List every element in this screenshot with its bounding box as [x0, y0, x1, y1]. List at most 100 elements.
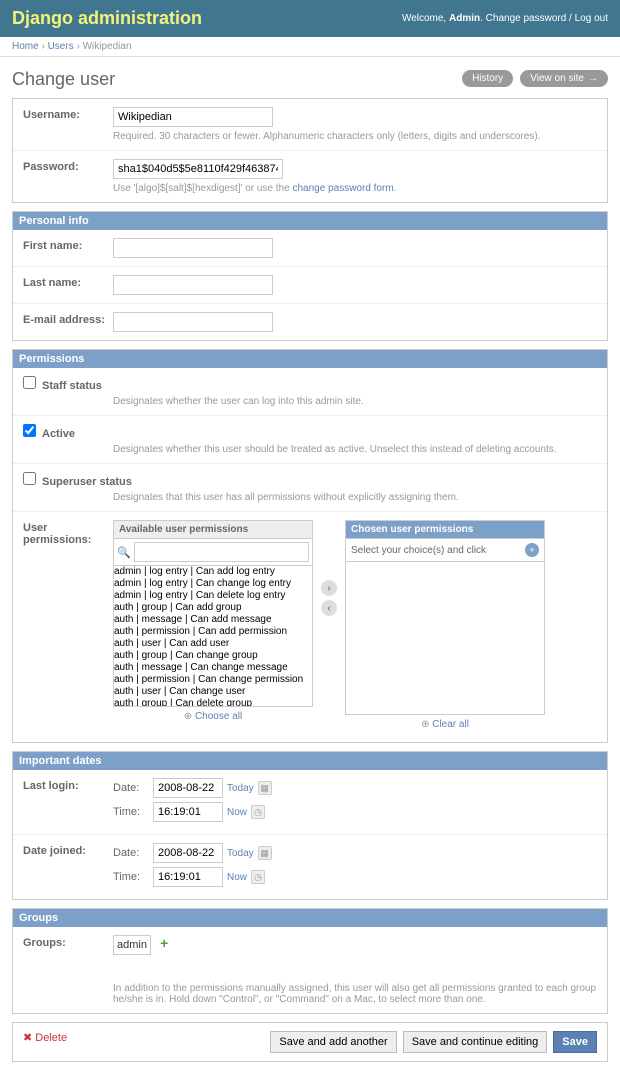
groups-row: Groups: admin + In addition to the permi… [13, 927, 607, 1013]
remove-arrow-icon[interactable]: ‹ [321, 600, 337, 616]
last-name-input[interactable] [113, 275, 273, 295]
change-password-form-link[interactable]: change password form [292, 183, 393, 194]
search-icon: 🔍 [117, 546, 131, 559]
object-tools: History View on site→ [458, 70, 608, 87]
groups-heading: Groups [13, 909, 607, 927]
breadcrumb-home[interactable]: Home [12, 41, 39, 52]
chosen-permissions: Chosen user permissions Select your choi… [345, 520, 545, 715]
permission-option[interactable]: admin | log entry | Can change log entry [114, 578, 312, 590]
email-input[interactable] [113, 312, 273, 332]
username-help: Required. 30 characters or fewer. Alphan… [113, 131, 597, 142]
submit-row: Delete [12, 1022, 608, 1062]
last-login-date-input[interactable] [153, 778, 223, 798]
superuser-label[interactable]: Superuser status [23, 476, 132, 488]
clock-icon[interactable]: ◷ [251, 805, 265, 819]
available-filter-input[interactable] [134, 542, 309, 562]
email-label: E-mail address: [23, 312, 108, 326]
chosen-heading: Chosen user permissions [346, 521, 544, 539]
permissions-module: Permissions Staff status Designates whet… [12, 349, 608, 743]
last-name-label: Last name: [23, 275, 108, 289]
last-login-row: Last login: Date: Today ▦ Time: Now ◷ [13, 770, 607, 835]
permission-option[interactable]: admin | log entry | Can delete log entry [114, 590, 312, 602]
dates-module: Important dates Last login: Date: Today … [12, 751, 608, 900]
active-checkbox[interactable] [23, 424, 36, 437]
last-login-time-input[interactable] [153, 802, 223, 822]
available-select[interactable]: admin | log entry | Can add log entryadm… [114, 566, 312, 706]
save-add-button[interactable] [270, 1031, 396, 1053]
username-input[interactable] [113, 107, 273, 127]
now-link[interactable]: Now [227, 807, 247, 818]
add-circle-icon[interactable]: + [525, 543, 539, 557]
permission-option[interactable]: auth | group | Can delete group [114, 698, 312, 706]
permission-option[interactable]: admin | log entry | Can add log entry [114, 566, 312, 578]
add-group-icon[interactable]: + [160, 935, 168, 951]
delete-link[interactable]: Delete [23, 1031, 67, 1044]
available-filter: 🔍 [114, 539, 312, 566]
permission-option[interactable]: auth | message | Can change message [114, 662, 312, 674]
staff-label[interactable]: Staff status [23, 380, 102, 392]
user-permissions-label: User permissions: [23, 520, 108, 546]
superuser-checkbox[interactable] [23, 472, 36, 485]
permissions-heading: Permissions [13, 350, 607, 368]
last-login-label: Last login: [23, 778, 108, 792]
arrow-icon: → [588, 73, 598, 84]
user-tools: Welcome, Admin. Change password / Log ou… [402, 13, 608, 24]
date-joined-date-input[interactable] [153, 843, 223, 863]
password-label: Password: [23, 159, 108, 173]
today-link-2[interactable]: Today [227, 848, 254, 859]
permission-option[interactable]: auth | message | Can add message [114, 614, 312, 626]
active-row: Active Designates whether this user shou… [13, 416, 607, 464]
auth-module: Username: Required. 30 characters or few… [12, 98, 608, 203]
password-help: Use '[algo]$[salt]$[hexdigest]' or use t… [113, 183, 597, 194]
date-joined-time-input[interactable] [153, 867, 223, 887]
choose-all-link[interactable]: Choose all [195, 711, 242, 722]
permission-option[interactable]: auth | group | Can change group [114, 650, 312, 662]
dates-heading: Important dates [13, 752, 607, 770]
groups-select[interactable]: admin [113, 935, 151, 955]
active-help: Designates whether this user should be t… [113, 444, 597, 455]
now-link-2[interactable]: Now [227, 872, 247, 883]
save-button[interactable] [553, 1031, 597, 1053]
calendar-icon[interactable]: ▦ [258, 781, 272, 795]
password-input[interactable] [113, 159, 283, 179]
add-arrow-icon[interactable]: › [321, 580, 337, 596]
change-password-link[interactable]: Change password [486, 13, 567, 24]
username-row: Username: Required. 30 characters or few… [13, 99, 607, 151]
password-row: Password: Use '[algo]$[salt]$[hexdigest]… [13, 151, 607, 202]
clock-icon[interactable]: ◷ [251, 870, 265, 884]
permission-option[interactable]: auth | group | Can add group [114, 602, 312, 614]
history-button[interactable]: History [462, 70, 513, 87]
breadcrumb: Home › Users › Wikipedian [0, 37, 620, 57]
first-name-label: First name: [23, 238, 108, 252]
superuser-row: Superuser status Designates that this us… [13, 464, 607, 512]
header: Django administration Welcome, Admin. Ch… [0, 0, 620, 37]
view-on-site-button[interactable]: View on site→ [520, 70, 608, 87]
available-permissions: Available user permissions 🔍 admin | log… [113, 520, 313, 707]
chosen-select[interactable] [346, 562, 544, 714]
today-link[interactable]: Today [227, 783, 254, 794]
staff-checkbox[interactable] [23, 376, 36, 389]
current-user: Admin [449, 13, 480, 24]
branding-title: Django administration [12, 8, 202, 29]
permission-option[interactable]: auth | user | Can add user [114, 638, 312, 650]
chosen-hint: Select your choice(s) and click + [346, 539, 544, 562]
first-name-input[interactable] [113, 238, 273, 258]
date-joined-label: Date joined: [23, 843, 108, 857]
breadcrumb-users[interactable]: Users [48, 41, 74, 52]
username-label: Username: [23, 107, 108, 121]
logout-link[interactable]: Log out [575, 13, 608, 24]
staff-help: Designates whether the user can log into… [113, 396, 597, 407]
save-continue-button[interactable] [403, 1031, 548, 1053]
permission-option[interactable]: auth | permission | Can add permission [114, 626, 312, 638]
superuser-help: Designates that this user has all permis… [113, 492, 597, 503]
active-label[interactable]: Active [23, 428, 75, 440]
permission-option[interactable]: auth | permission | Can change permissio… [114, 674, 312, 686]
calendar-icon[interactable]: ▦ [258, 846, 272, 860]
groups-label: Groups: [23, 935, 108, 949]
groups-module: Groups Groups: admin + In addition to th… [12, 908, 608, 1014]
staff-row: Staff status Designates whether the user… [13, 368, 607, 416]
clear-all-link[interactable]: Clear all [432, 719, 469, 730]
selector-controls: › ‹ [321, 520, 337, 616]
permission-option[interactable]: auth | user | Can change user [114, 686, 312, 698]
welcome-text: Welcome, [402, 13, 446, 24]
